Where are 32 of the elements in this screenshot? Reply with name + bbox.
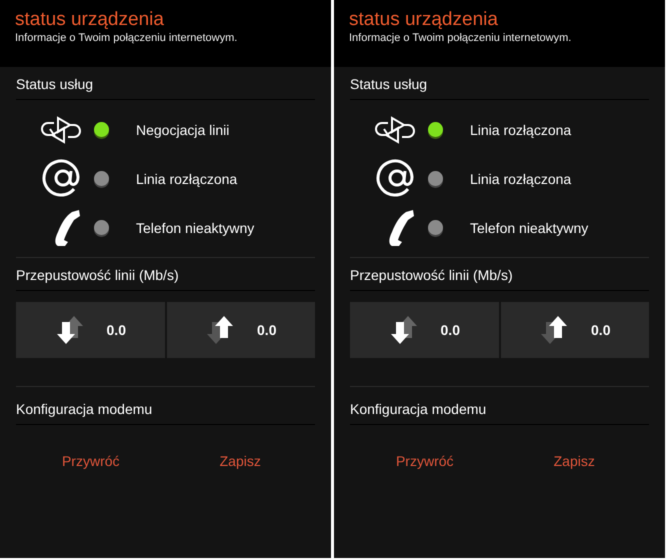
section-heading: Konfiguracja modemu (16, 387, 315, 425)
section-heading: Przepustowość linii (Mb/s) (16, 258, 315, 291)
service-label: Telefon nieaktywny (136, 220, 254, 236)
service-label: Linia rozłączona (470, 170, 572, 186)
at-sign-icon (42, 158, 82, 198)
panel-title: status urządzenia (15, 9, 165, 31)
upload-download-arrows-icon (539, 314, 570, 346)
service-label: Telefon nieaktywny (470, 220, 588, 236)
service-label: Negocjacja linii (136, 122, 230, 138)
action-button[interactable]: Przywróć (16, 449, 166, 473)
throughput-value: 0.0 (591, 322, 610, 338)
service-label: Linia rozłączona (470, 122, 572, 138)
action-button[interactable]: Przywróć (350, 449, 500, 473)
section-heading: Przepustowość linii (Mb/s) (350, 258, 649, 291)
upload-download-arrows-icon (205, 314, 236, 346)
throughput-value: 0.0 (106, 322, 126, 338)
section-heading: Status usług (16, 67, 315, 100)
sync-arrows-icon (374, 114, 416, 144)
panel-title: status urządzenia (349, 9, 499, 31)
action-button[interactable]: Zapisz (500, 449, 649, 473)
sync-arrows-icon (40, 114, 82, 144)
throughput-value: 0.0 (257, 322, 276, 338)
section-heading: Status usług (350, 67, 649, 100)
throughput-value: 0.0 (440, 322, 460, 338)
service-label: Linia rozłączona (136, 170, 238, 186)
panel-subtitle: Informacje o Twoim połączeniu internetowym. (15, 31, 238, 45)
download-upload-arrows-icon (54, 314, 85, 346)
action-button[interactable]: Zapisz (166, 449, 315, 473)
panel-subtitle: Informacje o Twoim połączeniu internetowym. (349, 31, 572, 45)
at-sign-icon (376, 158, 416, 198)
download-upload-arrows-icon (388, 314, 419, 346)
section-heading: Konfiguracja modemu (350, 387, 649, 425)
